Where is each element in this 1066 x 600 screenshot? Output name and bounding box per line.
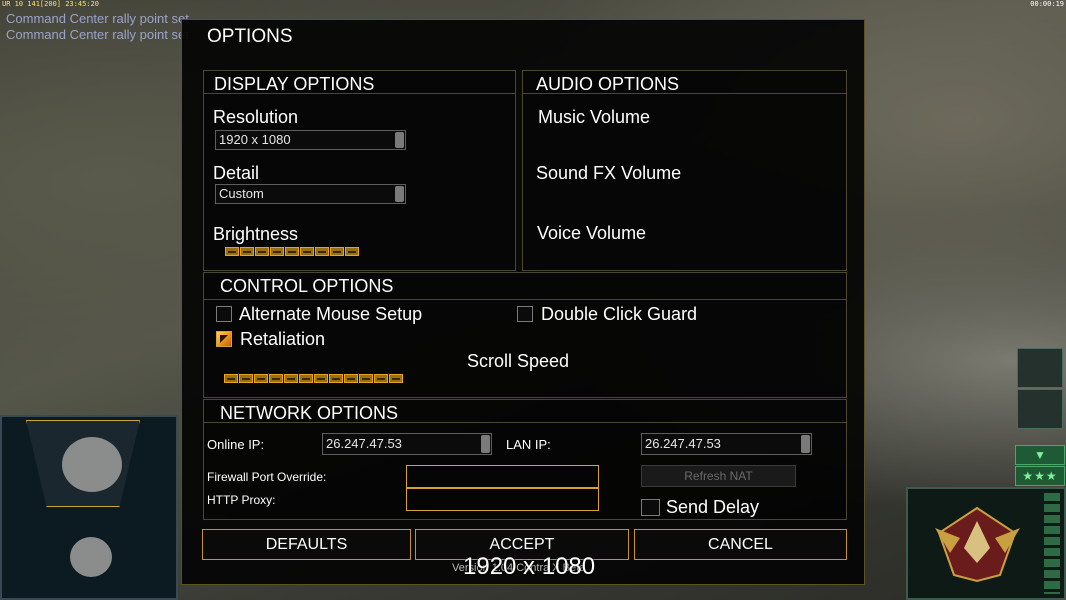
resolution-label: Resolution bbox=[213, 107, 299, 127]
slider-segment bbox=[269, 374, 283, 383]
firewall-port-input[interactable] bbox=[406, 465, 599, 488]
retaliation-checkbox[interactable] bbox=[216, 331, 232, 347]
slider-segment bbox=[285, 247, 299, 256]
sound-fx-volume-label: Sound FX Volume bbox=[536, 163, 682, 183]
brightness-slider[interactable] bbox=[225, 247, 360, 258]
online-ip-label: Online IP: bbox=[207, 437, 265, 452]
chat-message: Command Center rally point set bbox=[6, 27, 189, 42]
dropdown-arrow-icon bbox=[801, 435, 810, 453]
faction-emblem-icon bbox=[935, 506, 1020, 583]
resolution-value: 1920 x 1080 bbox=[219, 132, 291, 147]
slider-segment bbox=[239, 374, 253, 383]
dropdown-arrow-icon bbox=[395, 186, 404, 202]
minimap-terrain bbox=[70, 537, 112, 577]
voice-volume-label: Voice Volume bbox=[537, 223, 647, 243]
send-delay-checkbox[interactable] bbox=[641, 499, 660, 516]
slider-segment bbox=[284, 374, 298, 383]
hud-top-bar: UR 10 141[200] 23:45:20 00:00:19 bbox=[0, 0, 1066, 9]
minimap-terrain bbox=[62, 437, 122, 492]
alternate-mouse-checkbox[interactable] bbox=[216, 306, 232, 322]
dropdown-arrow-icon bbox=[395, 132, 404, 148]
cancel-button[interactable]: CANCEL bbox=[634, 529, 847, 560]
slider-segment bbox=[255, 247, 269, 256]
network-options-title: NETWORK OPTIONS bbox=[220, 403, 399, 423]
scroll-speed-label: Scroll Speed bbox=[467, 351, 570, 371]
hud-game-timer: 00:00:19 bbox=[1030, 0, 1064, 8]
firewall-port-label: Firewall Port Override: bbox=[207, 470, 327, 484]
slider-segment bbox=[225, 247, 239, 256]
slider-segment bbox=[374, 374, 388, 383]
slider-segment bbox=[344, 374, 358, 383]
unit-icon-button[interactable] bbox=[1017, 348, 1063, 388]
retaliation-label: Retaliation bbox=[240, 329, 326, 349]
slider-segment bbox=[329, 374, 343, 383]
online-ip-dropdown[interactable]: 26.247.47.53 bbox=[322, 433, 492, 455]
resolution-dropdown[interactable]: 1920 x 1080 bbox=[215, 130, 406, 150]
scroll-speed-slider[interactable] bbox=[224, 374, 404, 385]
dialog-title: OPTIONS bbox=[207, 26, 293, 47]
refresh-nat-button[interactable]: Refresh NAT bbox=[641, 465, 796, 487]
radar-icon-button[interactable] bbox=[1017, 389, 1063, 429]
power-meter bbox=[1044, 493, 1060, 594]
control-options-title: CONTROL OPTIONS bbox=[220, 276, 394, 296]
brightness-label: Brightness bbox=[213, 224, 299, 244]
slider-segment bbox=[254, 374, 268, 383]
http-proxy-label: HTTP Proxy: bbox=[207, 493, 276, 507]
resolution-overlay-text: 1920 x 1080 bbox=[463, 553, 596, 580]
send-delay-label: Send Delay bbox=[666, 497, 760, 517]
chevron-down-icon[interactable]: ▼ bbox=[1015, 445, 1065, 465]
minimap[interactable] bbox=[0, 415, 178, 600]
slider-segment bbox=[300, 247, 314, 256]
double-click-guard-label: Double Click Guard bbox=[541, 304, 698, 324]
display-options-title: DISPLAY OPTIONS bbox=[214, 74, 375, 94]
slider-segment bbox=[389, 374, 403, 383]
slider-segment bbox=[315, 247, 329, 256]
network-options-panel: NETWORK OPTIONS Online IP: 26.247.47.53 … bbox=[203, 399, 847, 520]
divider bbox=[204, 93, 515, 94]
faction-portrait bbox=[906, 487, 1066, 600]
divider bbox=[204, 299, 846, 300]
slider-segment bbox=[299, 374, 313, 383]
slider-segment bbox=[359, 374, 373, 383]
music-volume-label: Music Volume bbox=[538, 107, 651, 127]
slider-segment bbox=[345, 247, 359, 256]
options-dialog: OPTIONS DISPLAY OPTIONS Resolution 1920 … bbox=[181, 19, 865, 585]
hud-stats: UR 10 141[200] 23:45:20 bbox=[2, 0, 99, 8]
detail-dropdown[interactable]: Custom bbox=[215, 184, 406, 204]
lan-ip-dropdown[interactable]: 26.247.47.53 bbox=[641, 433, 812, 455]
http-proxy-input[interactable] bbox=[406, 488, 599, 511]
alternate-mouse-label: Alternate Mouse Setup bbox=[239, 304, 423, 324]
detail-value: Custom bbox=[219, 186, 264, 201]
chat-message: Command Center rally point set bbox=[6, 11, 189, 26]
lan-ip-value: 26.247.47.53 bbox=[645, 436, 721, 451]
double-click-guard-checkbox[interactable] bbox=[517, 306, 533, 322]
control-options-panel: CONTROL OPTIONS Alternate Mouse Setup Do… bbox=[203, 272, 847, 398]
display-options-panel: DISPLAY OPTIONS Resolution 1920 x 1080 D… bbox=[203, 70, 516, 271]
general-rank-stars-icon[interactable]: ★★★ bbox=[1015, 466, 1065, 486]
audio-options-title: AUDIO OPTIONS bbox=[536, 74, 680, 94]
slider-segment bbox=[224, 374, 238, 383]
audio-options-panel: AUDIO OPTIONS Music Volume Sound FX Volu… bbox=[522, 70, 847, 271]
divider bbox=[523, 93, 846, 94]
lan-ip-label: LAN IP: bbox=[506, 437, 551, 452]
slider-segment bbox=[240, 247, 254, 256]
online-ip-value: 26.247.47.53 bbox=[326, 436, 402, 451]
dropdown-arrow-icon bbox=[481, 435, 490, 453]
divider bbox=[204, 422, 846, 423]
slider-segment bbox=[270, 247, 284, 256]
defaults-button[interactable]: DEFAULTS bbox=[202, 529, 411, 560]
slider-segment bbox=[314, 374, 328, 383]
detail-label: Detail bbox=[213, 163, 260, 183]
slider-segment bbox=[330, 247, 344, 256]
